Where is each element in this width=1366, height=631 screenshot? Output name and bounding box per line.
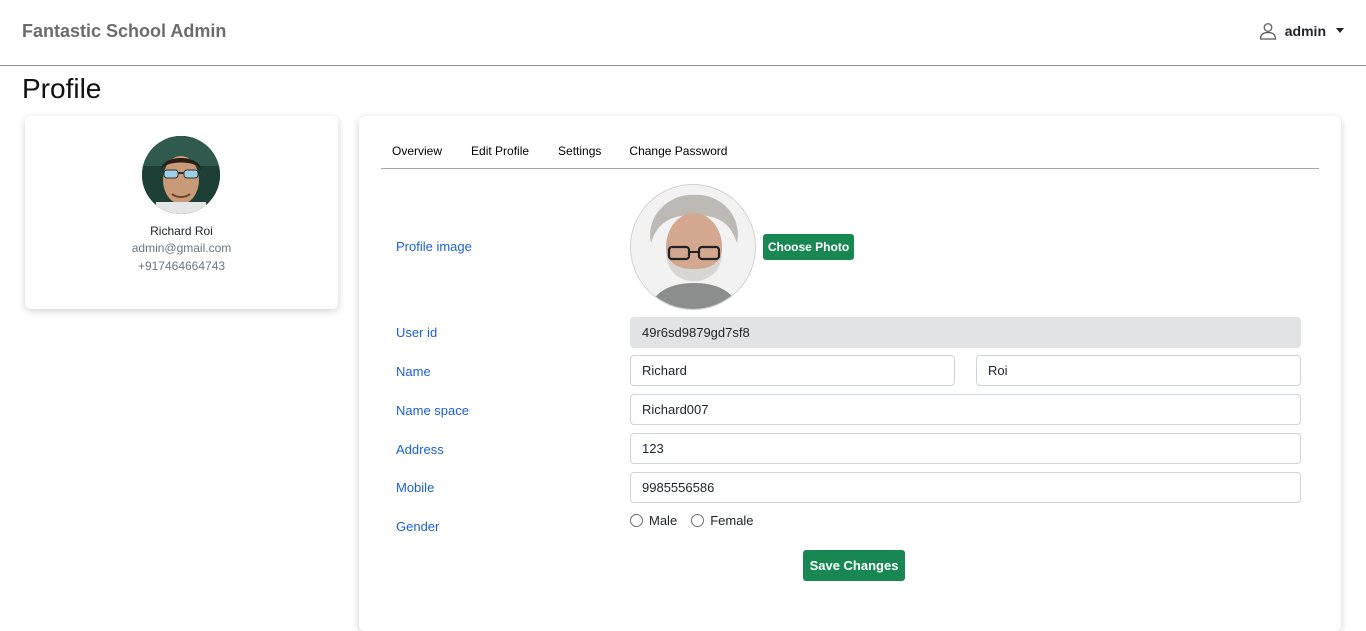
gender-option-male[interactable]: Male (630, 513, 677, 528)
user-menu[interactable]: admin (1259, 22, 1344, 40)
namespace-field[interactable]: Richard007 (630, 394, 1301, 425)
user-name: admin (1284, 23, 1326, 39)
profile-summary-card: Richard Roi admin@gmail.com +91746466474… (25, 116, 338, 309)
profile-email: admin@gmail.com (131, 241, 232, 255)
profile-phone: +917464664743 (137, 259, 226, 273)
namespace-label: Name space (396, 403, 469, 418)
user-icon (1259, 22, 1277, 40)
tab-overview[interactable]: Overview (392, 142, 442, 168)
save-changes-button[interactable]: Save Changes (803, 550, 905, 581)
tab-edit-profile[interactable]: Edit Profile (471, 142, 529, 168)
user-id-field: 49r6sd9879gd7sf8 (630, 317, 1301, 348)
profile-tabs: Overview Edit Profile Settings Change Pa… (381, 142, 1319, 169)
tab-settings[interactable]: Settings (558, 142, 601, 168)
name-label: Name (396, 364, 431, 379)
profile-image-preview (630, 184, 756, 310)
last-name-field[interactable]: Roi (976, 355, 1301, 386)
avatar (142, 136, 220, 214)
tab-change-password[interactable]: Change Password (629, 142, 727, 168)
chevron-down-icon (1336, 27, 1344, 33)
radio-male[interactable] (630, 514, 643, 527)
radio-female-label: Female (710, 513, 754, 528)
user-id-label: User id (396, 325, 438, 340)
choose-photo-button[interactable]: Choose Photo (763, 234, 854, 260)
address-label: Address (396, 442, 444, 457)
gender-label: Gender (396, 519, 440, 534)
radio-female[interactable] (691, 514, 705, 527)
top-navbar: Fantastic School Admin admin (0, 0, 1366, 66)
gender-radio-group: Male Female (630, 513, 768, 528)
address-field[interactable]: 123 (630, 433, 1301, 464)
profile-image-label: Profile image (396, 239, 472, 254)
gender-option-female[interactable]: Female (691, 513, 754, 528)
brand-title[interactable]: Fantastic School Admin (22, 21, 226, 42)
page-title: Profile (22, 73, 102, 104)
edit-profile-card: Overview Edit Profile Settings Change Pa… (359, 116, 1341, 631)
first-name-field[interactable]: Richard (630, 355, 955, 386)
radio-male-label: Male (649, 513, 678, 528)
mobile-label: Mobile (396, 480, 435, 495)
mobile-field[interactable]: 9985556586 (630, 472, 1301, 503)
profile-name: Richard Roi (150, 224, 213, 238)
